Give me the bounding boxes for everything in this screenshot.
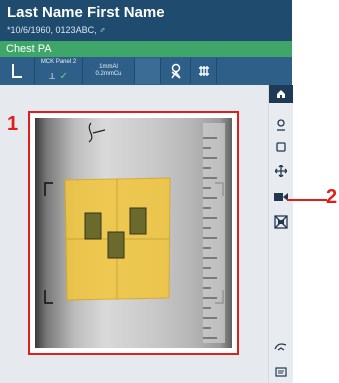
camera-scene bbox=[44, 122, 225, 343]
filter-setting[interactable]: 1mmAl 0.2mmCu bbox=[83, 58, 135, 84]
patient-header: Last Name First Name *10/6/1960, 0123ABC… bbox=[0, 0, 292, 41]
empty-slot bbox=[135, 58, 161, 84]
detector-icon[interactable] bbox=[0, 58, 35, 84]
check-icon: ✓ bbox=[59, 70, 68, 82]
grid-icon[interactable] bbox=[191, 58, 217, 84]
filter-line2: 0.2mmCu bbox=[95, 71, 122, 77]
camera-viewport[interactable] bbox=[28, 111, 239, 355]
right-sidebar bbox=[268, 85, 293, 383]
callout-1: 1 bbox=[7, 113, 19, 135]
exam-bar[interactable]: Chest PA bbox=[0, 41, 292, 57]
square-icon[interactable] bbox=[273, 139, 289, 155]
callout-2-line bbox=[287, 199, 327, 201]
callout-2: 2 bbox=[326, 186, 338, 208]
patient-name: Last Name First Name bbox=[7, 4, 165, 21]
home-icon[interactable] bbox=[269, 85, 293, 103]
hand-icon[interactable] bbox=[273, 338, 289, 354]
move-icon[interactable] bbox=[273, 163, 289, 179]
panel-status[interactable]: MCK Panel 2 ⟂ ✓ bbox=[35, 58, 83, 84]
camera-icon[interactable] bbox=[273, 189, 289, 205]
person-icon[interactable] bbox=[273, 117, 289, 133]
disabled-icon[interactable] bbox=[273, 214, 289, 230]
filter-line1: 1mmAl bbox=[99, 64, 118, 70]
toolbar: MCK Panel 2 ⟂ ✓ 1mmAl 0.2mmCu bbox=[0, 57, 292, 85]
panel-icons: ⟂ ✓ bbox=[49, 70, 68, 82]
camera-image bbox=[35, 118, 232, 348]
panel-label: MCK Panel 2 bbox=[40, 58, 77, 65]
comment-icon[interactable] bbox=[273, 365, 289, 381]
patient-info: *10/6/1960, 0123ABC, ♂ bbox=[7, 25, 106, 35]
exposure-icon[interactable] bbox=[161, 58, 191, 84]
app-window: Last Name First Name *10/6/1960, 0123ABC… bbox=[0, 0, 293, 383]
